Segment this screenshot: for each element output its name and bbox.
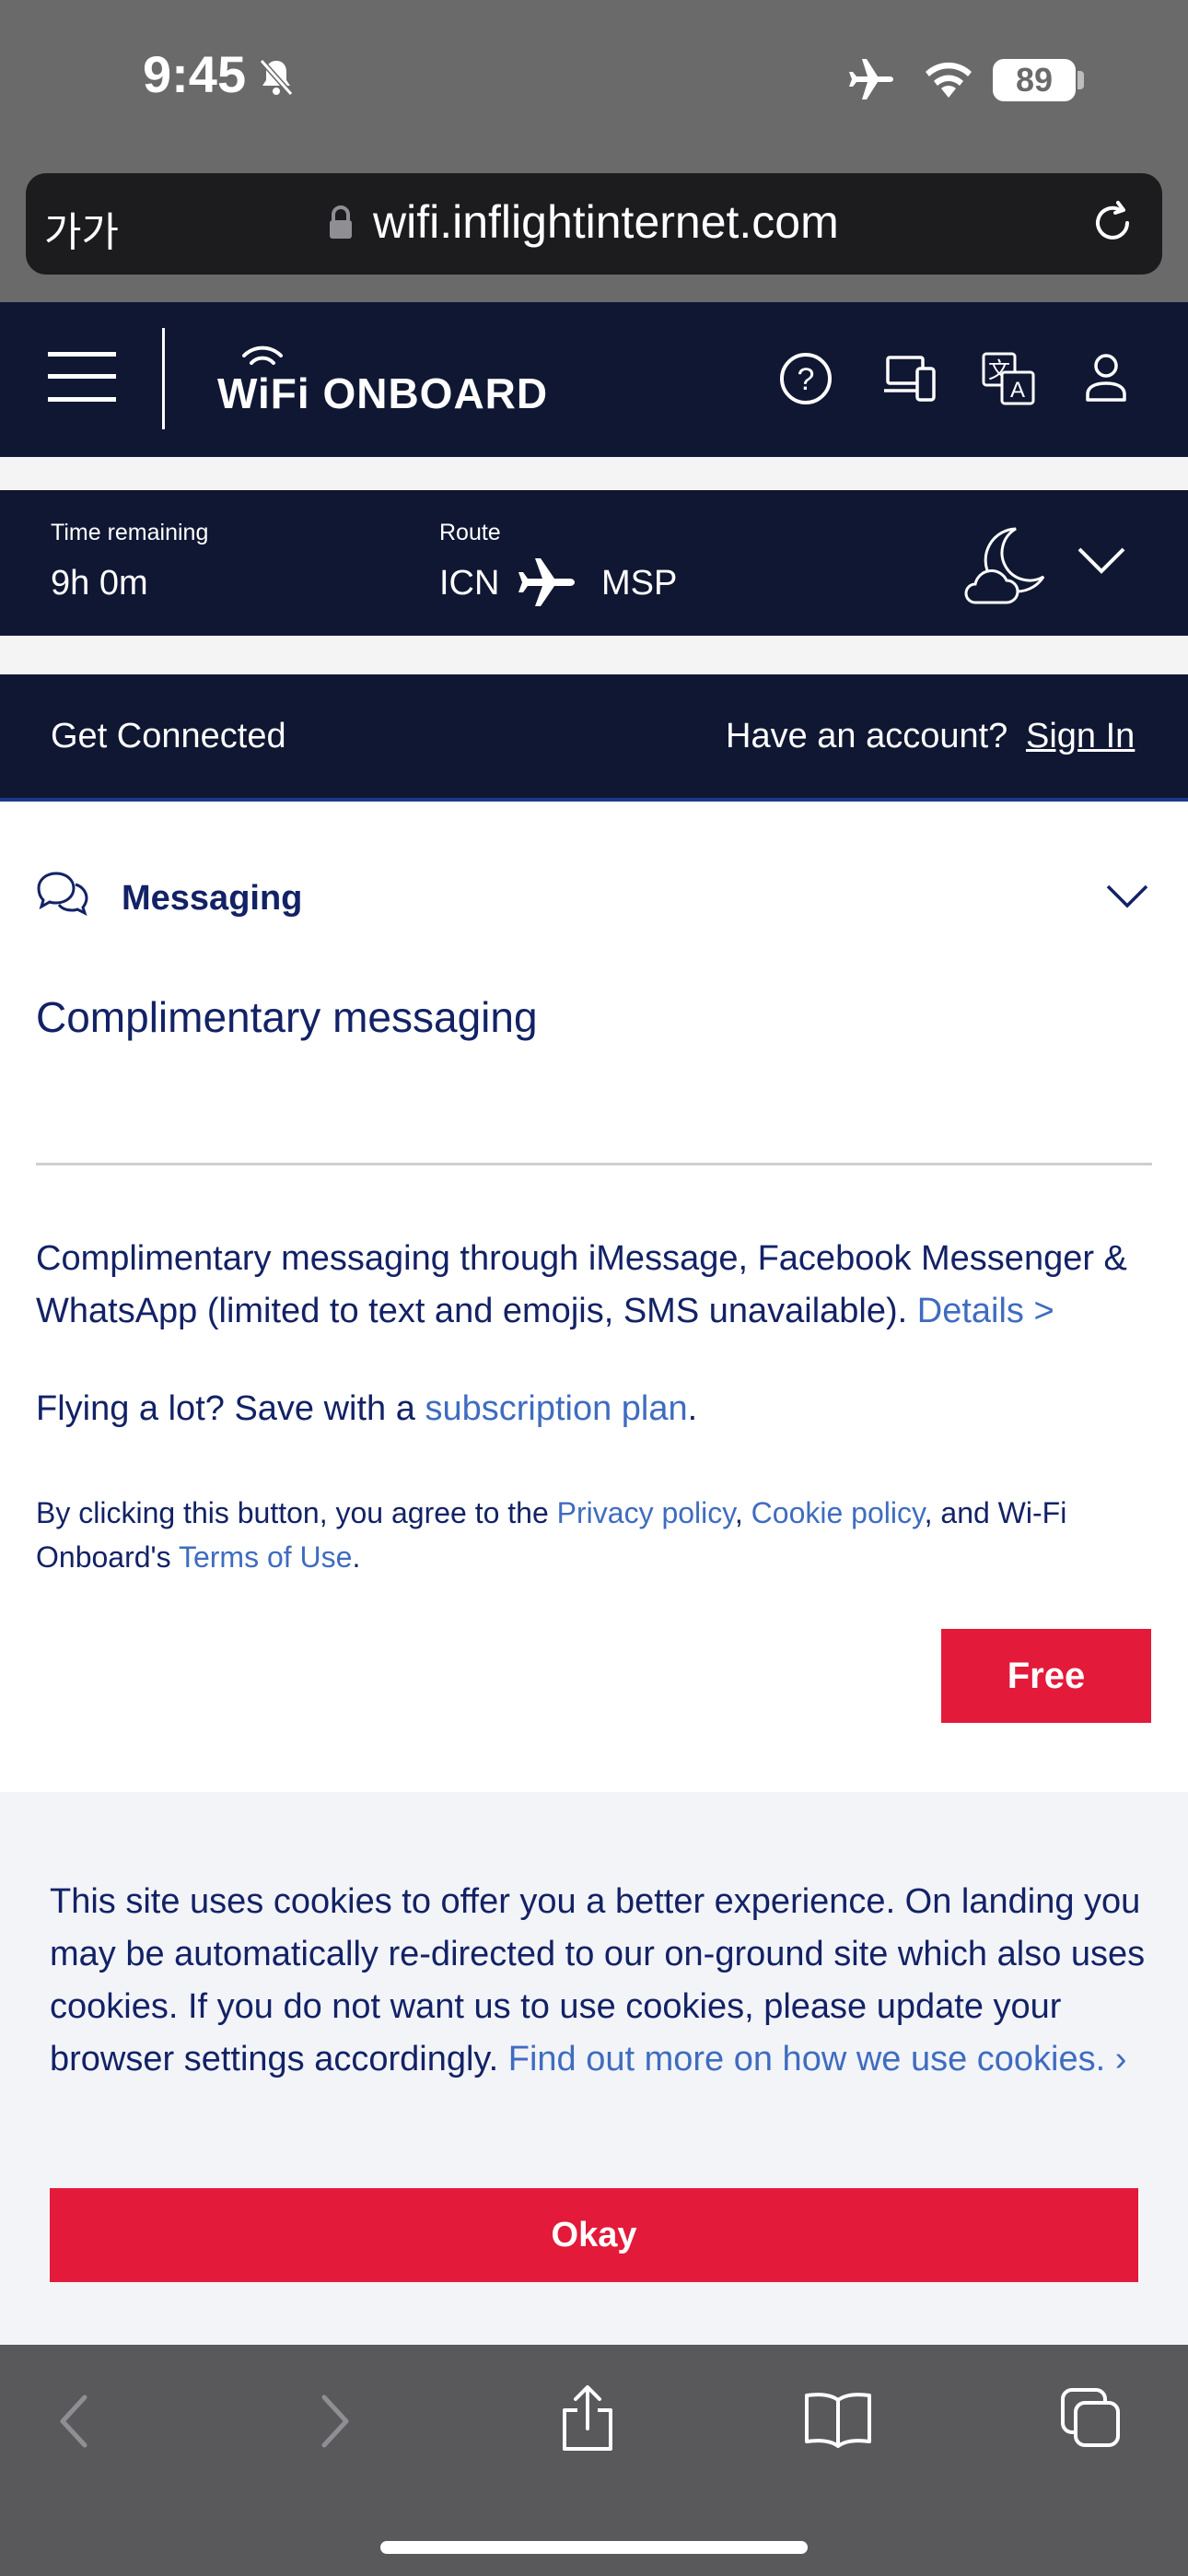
wifi-onboard-logo[interactable]: WiFi ONBOARD [217, 369, 548, 418]
logo-wifi-icon [242, 345, 283, 365]
route-destination: MSP [601, 564, 678, 603]
privacy-policy-link[interactable]: Privacy policy [557, 1496, 735, 1529]
lock-icon [330, 205, 352, 239]
terms-suffix: . [352, 1540, 361, 1574]
bookmarks-icon[interactable] [803, 2391, 873, 2448]
devices-icon[interactable] [882, 352, 938, 405]
header-divider [162, 328, 165, 429]
route-label: Route [439, 520, 501, 545]
plan-title: Complimentary messaging [36, 993, 538, 1041]
spacer [0, 636, 1188, 674]
battery-level: 89 [1015, 61, 1054, 99]
get-connected-title: Get Connected [51, 717, 286, 755]
route-origin: ICN [439, 564, 500, 603]
svg-text:A: A [1010, 378, 1025, 403]
messaging-section-title[interactable]: Messaging [122, 879, 302, 919]
terms-notice: By clicking this button, you agree to th… [36, 1491, 1159, 1579]
back-icon[interactable] [57, 2394, 94, 2449]
comma: , [734, 1496, 743, 1529]
cookie-notice: This site uses cookies to offer you a be… [50, 1876, 1155, 2086]
text-size-button[interactable]: 가가 [44, 199, 119, 258]
tabs-icon[interactable] [1059, 2386, 1124, 2451]
help-icon[interactable]: ? [779, 352, 833, 405]
details-link[interactable]: Details > [917, 1292, 1054, 1330]
battery-cap [1077, 71, 1084, 89]
save-prefix: Flying a lot? Save with a [36, 1389, 415, 1428]
time-remaining-value: 9h 0m [51, 564, 148, 603]
wifi-icon [926, 62, 972, 98]
spacer [0, 457, 1188, 490]
home-indicator[interactable] [380, 2541, 808, 2554]
chevron-down-icon[interactable] [1105, 883, 1149, 910]
reload-icon[interactable] [1087, 195, 1138, 247]
url-text[interactable]: wifi.inflightinternet.com [373, 195, 839, 249]
bell-slash-icon [259, 59, 294, 96]
plan-description: Complimentary messaging through iMessage… [36, 1233, 1159, 1338]
save-suffix: . [687, 1389, 698, 1428]
terms-prefix: By clicking this button, you agree to th… [36, 1496, 549, 1529]
time-remaining-label: Time remaining [51, 520, 209, 545]
okay-button[interactable]: Okay [50, 2188, 1138, 2282]
forward-icon[interactable] [315, 2394, 352, 2449]
chevron-down-icon[interactable] [1076, 544, 1127, 577]
share-icon[interactable] [557, 2383, 618, 2453]
terms-of-use-link[interactable]: Terms of Use [179, 1540, 352, 1574]
menu-icon[interactable] [48, 350, 116, 404]
airplane-icon [849, 59, 893, 100]
status-time: 9:45 [143, 45, 247, 103]
cookie-info-link[interactable]: Find out more on how we use cookies. › [508, 2040, 1127, 2078]
plane-icon [518, 558, 575, 606]
user-icon[interactable] [1083, 352, 1129, 404]
account-prompt: Have an account? [726, 717, 1008, 755]
sign-in-link[interactable]: Sign In [1026, 717, 1135, 756]
moon-cloud-icon [964, 527, 1045, 604]
svg-text:?: ? [798, 362, 815, 397]
chat-icon [37, 872, 88, 916]
free-button[interactable]: Free [941, 1629, 1151, 1723]
cookie-policy-link[interactable]: Cookie policy [751, 1496, 925, 1529]
subscription-plan-link[interactable]: subscription plan [425, 1389, 687, 1428]
subscription-promo: Flying a lot? Save with a subscription p… [36, 1389, 697, 1429]
language-icon[interactable]: 文 A [982, 352, 1037, 407]
divider [36, 1163, 1152, 1165]
